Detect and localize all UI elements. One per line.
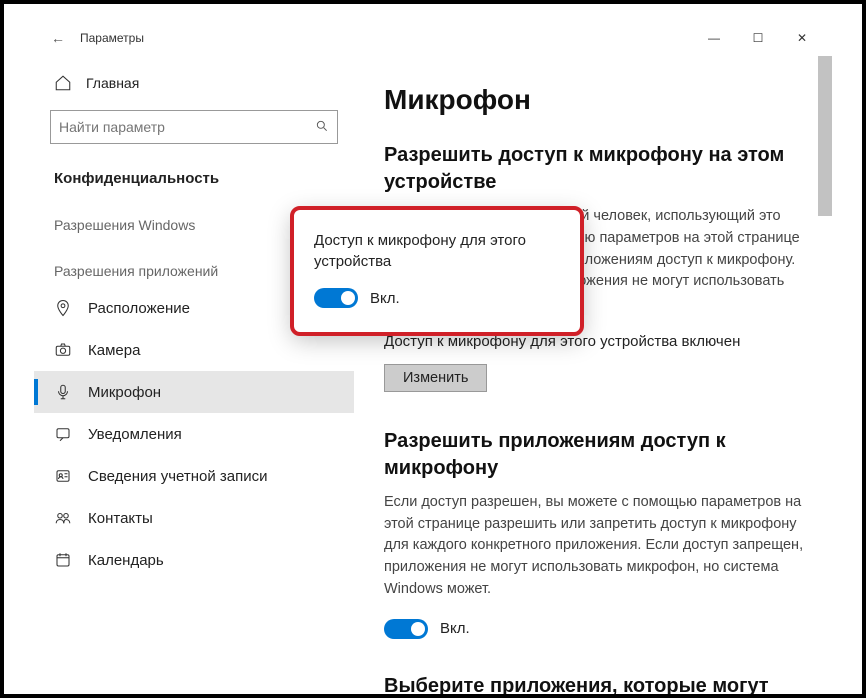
sidebar-item-label: Расположение [88,300,190,317]
sidebar-item-label: Микрофон [88,384,161,401]
sidebar-home-label: Главная [86,75,139,91]
location-icon [54,299,72,317]
scrollbar[interactable] [818,56,832,694]
apps-access-toggle-label: Вкл. [440,620,470,637]
sidebar-section: Конфиденциальность [34,154,354,195]
window-title: Параметры [80,31,144,45]
calendar-icon [54,551,72,569]
apps-access-toggle[interactable] [384,619,428,639]
device-access-toggle-label: Вкл. [370,290,400,307]
section1-status: Доступ к микрофону для этого устройства … [384,333,812,350]
content-pane: Микрофон Разрешить доступ к микрофону на… [354,56,832,694]
sidebar-item-contacts[interactable]: Контакты [34,497,354,539]
maximize-button[interactable]: ☐ [736,23,780,53]
notifications-icon [54,425,72,443]
sidebar-item-label: Контакты [88,510,153,527]
search-input[interactable] [50,110,338,144]
sidebar-item-calendar[interactable]: Календарь [34,539,354,581]
sidebar-item-label: Уведомления [88,426,182,443]
section2-description: Если доступ разрешен, вы можете с помощь… [384,492,812,601]
scrollbar-thumb[interactable] [818,56,832,216]
back-button[interactable]: ← [42,30,74,46]
section1-title: Разрешить доступ к микрофону на этом уст… [384,142,812,196]
titlebar: ← Параметры — ☐ ✕ [34,20,832,56]
camera-icon [54,341,72,359]
page-title: Микрофон [384,84,812,116]
change-button[interactable]: Изменить [384,364,487,392]
device-access-flyout: Доступ к микрофону для этого устройства … [292,208,582,334]
sidebar-item-label: Календарь [88,552,164,569]
account-icon [54,467,72,485]
flyout-title: Доступ к микрофону для этого устройства [314,230,560,272]
close-button[interactable]: ✕ [780,23,824,53]
home-icon [54,74,72,92]
search-field[interactable] [59,119,315,135]
sidebar-item-camera[interactable]: Камера [34,329,354,371]
sidebar-item-label: Сведения учетной записи [88,468,268,485]
minimize-button[interactable]: — [692,23,736,53]
sidebar: Главная Конфиденциальность Разрешения Wi… [34,56,354,694]
contacts-icon [54,509,72,527]
sidebar-item-label: Камера [88,342,140,359]
search-icon [315,119,329,136]
sidebar-home[interactable]: Главная [34,66,354,100]
section3-title-partial: Выберите приложения, которые могут [384,673,812,695]
microphone-icon [54,383,72,401]
device-access-toggle[interactable] [314,288,358,308]
sidebar-item-account-info[interactable]: Сведения учетной записи [34,455,354,497]
section2-title: Разрешить приложениям доступ к микрофону [384,428,812,482]
sidebar-item-notifications[interactable]: Уведомления [34,413,354,455]
sidebar-item-microphone[interactable]: Микрофон [34,371,354,413]
